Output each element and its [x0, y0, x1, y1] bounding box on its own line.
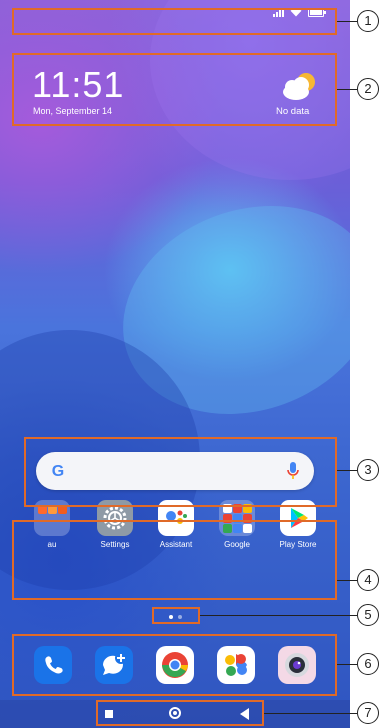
annotation-box-page-indicator	[152, 607, 200, 624]
callout-6: 6	[357, 653, 379, 675]
callout-5: 5	[357, 604, 379, 626]
callout-1: 1	[357, 10, 379, 32]
callout-7: 7	[357, 702, 379, 724]
annotation-box-search	[24, 437, 337, 507]
annotation-box-apps	[12, 520, 337, 600]
annotation-box-status-bar	[12, 8, 337, 35]
annotation-box-navigation	[96, 700, 264, 726]
annotation-box-dock	[12, 634, 337, 696]
callout-2: 2	[357, 78, 379, 100]
annotation-box-widget	[12, 53, 337, 126]
callout-3: 3	[357, 459, 379, 481]
callout-4: 4	[357, 569, 379, 591]
